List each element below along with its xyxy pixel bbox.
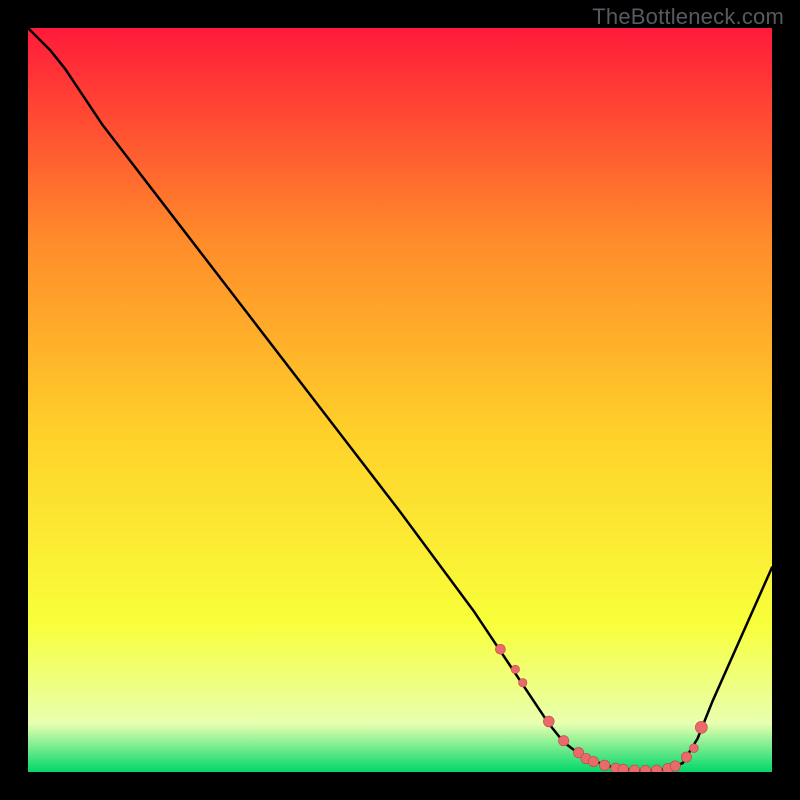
page-root: TheBottleneck.com [0,0,800,800]
chart-area [28,28,772,772]
chart-svg [28,28,772,772]
chart-marker [511,665,519,673]
chart-marker [519,679,527,687]
chart-marker [618,764,628,772]
chart-marker [599,760,609,770]
watermark-text: TheBottleneck.com [592,4,784,30]
chart-marker [558,736,568,746]
chart-marker [681,752,691,762]
chart-marker [670,761,680,771]
chart-marker [543,716,554,727]
chart-background-gradient [28,28,772,772]
chart-marker [689,744,698,753]
chart-marker [495,644,505,654]
chart-marker [695,721,707,733]
chart-marker [588,756,598,766]
